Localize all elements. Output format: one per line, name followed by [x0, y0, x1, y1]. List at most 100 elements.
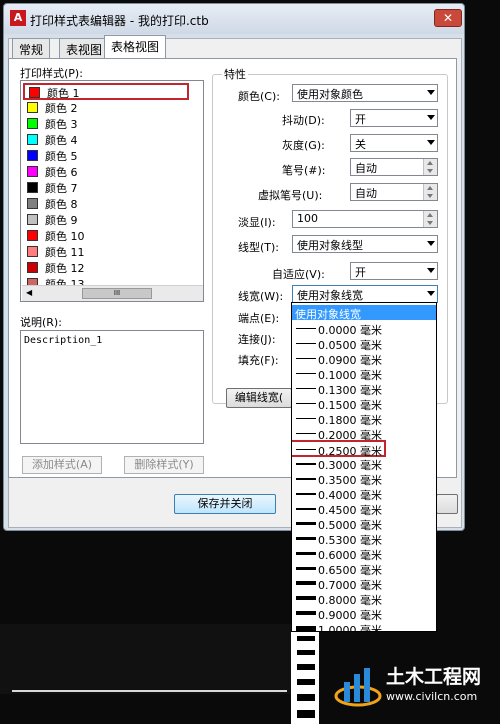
dropdown-item[interactable]: 0.1000 毫米: [292, 366, 436, 382]
chevron-down-icon: [427, 115, 435, 120]
list-item-label: 颜色 4: [45, 134, 78, 147]
line-sample: [297, 679, 315, 685]
dropdown-item[interactable]: 0.3500 毫米: [292, 471, 436, 487]
lineweight-dropdown[interactable]: 使用对象线宽 0.0000 毫米 0.0500 毫米 0.0900 毫米 0.1…: [291, 302, 437, 632]
horizontal-scrollbar[interactable]: ◀ III ▶: [22, 285, 203, 301]
line-sample: [296, 567, 316, 570]
line-sample: [296, 388, 316, 389]
line-sample: [297, 694, 315, 701]
dropdown-item[interactable]: 0.4500 毫米: [292, 501, 436, 517]
color-select-value: 使用对象颜色: [297, 88, 363, 101]
scroll-left-icon[interactable]: ◀: [26, 288, 32, 297]
spinner-buttons[interactable]: [423, 211, 437, 227]
list-item-label: 颜色 5: [45, 150, 78, 163]
list-item[interactable]: 颜色 12: [23, 260, 189, 275]
lineweight-dropdown-overflow: [291, 632, 319, 724]
spin-down-icon[interactable]: [427, 221, 433, 225]
pen-number-spinner[interactable]: 自动: [350, 158, 438, 176]
adaptive-select-value: 开: [355, 266, 366, 279]
chevron-down-icon: [427, 241, 435, 246]
dropdown-item[interactable]: 0.1300 毫米: [292, 381, 436, 397]
description-field[interactable]: Description_1: [20, 330, 204, 444]
dropdown-item[interactable]: 0.3000 毫米: [292, 456, 436, 472]
spinner-buttons[interactable]: [423, 184, 437, 200]
tab-table-view[interactable]: 表视图: [59, 38, 110, 58]
list-item-label: 颜色 8: [45, 198, 78, 211]
list-item[interactable]: 颜色 1: [23, 83, 189, 100]
spin-down-icon[interactable]: [427, 194, 433, 198]
screening-spinner[interactable]: 100: [292, 210, 438, 228]
list-item[interactable]: 颜色 7: [23, 180, 189, 195]
list-item[interactable]: 颜色 11: [23, 244, 189, 259]
divider: [12, 690, 287, 692]
delete-style-button[interactable]: 删除样式(Y): [124, 456, 204, 474]
edit-lineweight-button[interactable]: 编辑线宽(: [226, 388, 292, 408]
line-sample: [296, 449, 316, 450]
line-sample: [296, 596, 316, 600]
list-item[interactable]: 颜色 6: [23, 164, 189, 179]
dropdown-item[interactable]: 0.2000 毫米: [292, 426, 436, 442]
list-item-label: 颜色 2: [45, 102, 78, 115]
lineweight-select[interactable]: 使用对象线宽: [292, 285, 438, 303]
lineweight-select-value: 使用对象线宽: [297, 289, 363, 302]
dither-select[interactable]: 开: [350, 109, 438, 127]
watermark-name: 土木工程网: [386, 666, 482, 688]
list-item[interactable]: 颜色 9: [23, 212, 189, 227]
dropdown-item[interactable]: 0.6000 毫米: [292, 546, 436, 562]
tab-form-view[interactable]: 表格视图: [104, 35, 167, 59]
dropdown-item[interactable]: 0.1800 毫米: [292, 411, 436, 427]
color-swatch: [27, 166, 38, 177]
dropdown-item[interactable]: 0.8000 毫米: [292, 591, 436, 607]
list-item-label: 颜色 11: [45, 246, 85, 259]
color-select[interactable]: 使用对象颜色: [292, 84, 438, 102]
line-sample: [296, 343, 316, 344]
dropdown-item[interactable]: 0.5300 毫米: [292, 531, 436, 547]
list-item[interactable]: 颜色 10: [23, 228, 189, 243]
dropdown-item-highlighted[interactable]: 0.2500 毫米: [292, 440, 386, 458]
autocad-app-icon: A: [10, 10, 26, 26]
virtual-pen-value: 自动: [355, 187, 377, 200]
spin-up-icon[interactable]: [427, 186, 433, 190]
dropdown-item[interactable]: 0.1500 毫米: [292, 396, 436, 412]
dropdown-item[interactable]: 0.5000 毫米: [292, 516, 436, 532]
line-sample: [296, 581, 316, 585]
dropdown-item-selected[interactable]: 使用对象线宽: [292, 305, 436, 321]
dropdown-item[interactable]: 1.0000 毫米: [292, 621, 436, 631]
color-swatch: [27, 134, 38, 145]
adaptive-select[interactable]: 开: [350, 262, 438, 280]
spin-up-icon[interactable]: [427, 161, 433, 165]
color-swatch: [27, 182, 38, 193]
dropdown-item[interactable]: 0.0000 毫米: [292, 321, 436, 337]
spin-down-icon[interactable]: [427, 169, 433, 173]
spin-up-icon[interactable]: [427, 213, 433, 217]
dropdown-item[interactable]: 0.0900 毫米: [292, 351, 436, 367]
line-sample: [296, 626, 316, 631]
scroll-thumb[interactable]: III: [82, 288, 152, 299]
list-item[interactable]: 颜色 2: [23, 100, 189, 115]
endpoint-label: 端点(E):: [238, 312, 280, 325]
color-swatch: [27, 118, 38, 129]
grayscale-select[interactable]: 关: [350, 134, 438, 152]
print-styles-list[interactable]: 颜色 1 颜色 2 颜色 3 颜色 4 颜色 5 颜色 6 颜色 7 颜色 8 …: [20, 80, 204, 302]
list-item[interactable]: 颜色 5: [23, 148, 189, 163]
dropdown-item[interactable]: 0.4000 毫米: [292, 486, 436, 502]
dropdown-item[interactable]: 0.7000 毫米: [292, 576, 436, 592]
dropdown-item[interactable]: 0.6500 毫米: [292, 561, 436, 577]
linetype-label: 线型(T):: [238, 241, 280, 254]
list-item-label: 颜色 3: [45, 118, 78, 131]
save-close-button[interactable]: 保存并关闭: [174, 494, 276, 514]
list-item[interactable]: 颜色 4: [23, 132, 189, 147]
linetype-select[interactable]: 使用对象线型: [292, 235, 438, 253]
dropdown-item[interactable]: 0.0500 毫米: [292, 336, 436, 352]
dialog-button-partial[interactable]: [436, 494, 458, 514]
virtual-pen-spinner[interactable]: 自动: [350, 183, 438, 201]
list-item[interactable]: 颜色 8: [23, 196, 189, 211]
dropdown-item[interactable]: 0.9000 毫米: [292, 606, 436, 622]
title-bar[interactable]: A 打印样式表编辑器 - 我的打印.ctb ✕: [4, 4, 464, 34]
tab-general[interactable]: 常规: [12, 38, 51, 58]
spinner-buttons[interactable]: [423, 159, 437, 175]
linetype-select-value: 使用对象线型: [297, 239, 363, 252]
add-style-button[interactable]: 添加样式(A): [22, 456, 102, 474]
close-button[interactable]: ✕: [434, 9, 462, 27]
list-item[interactable]: 颜色 3: [23, 116, 189, 131]
